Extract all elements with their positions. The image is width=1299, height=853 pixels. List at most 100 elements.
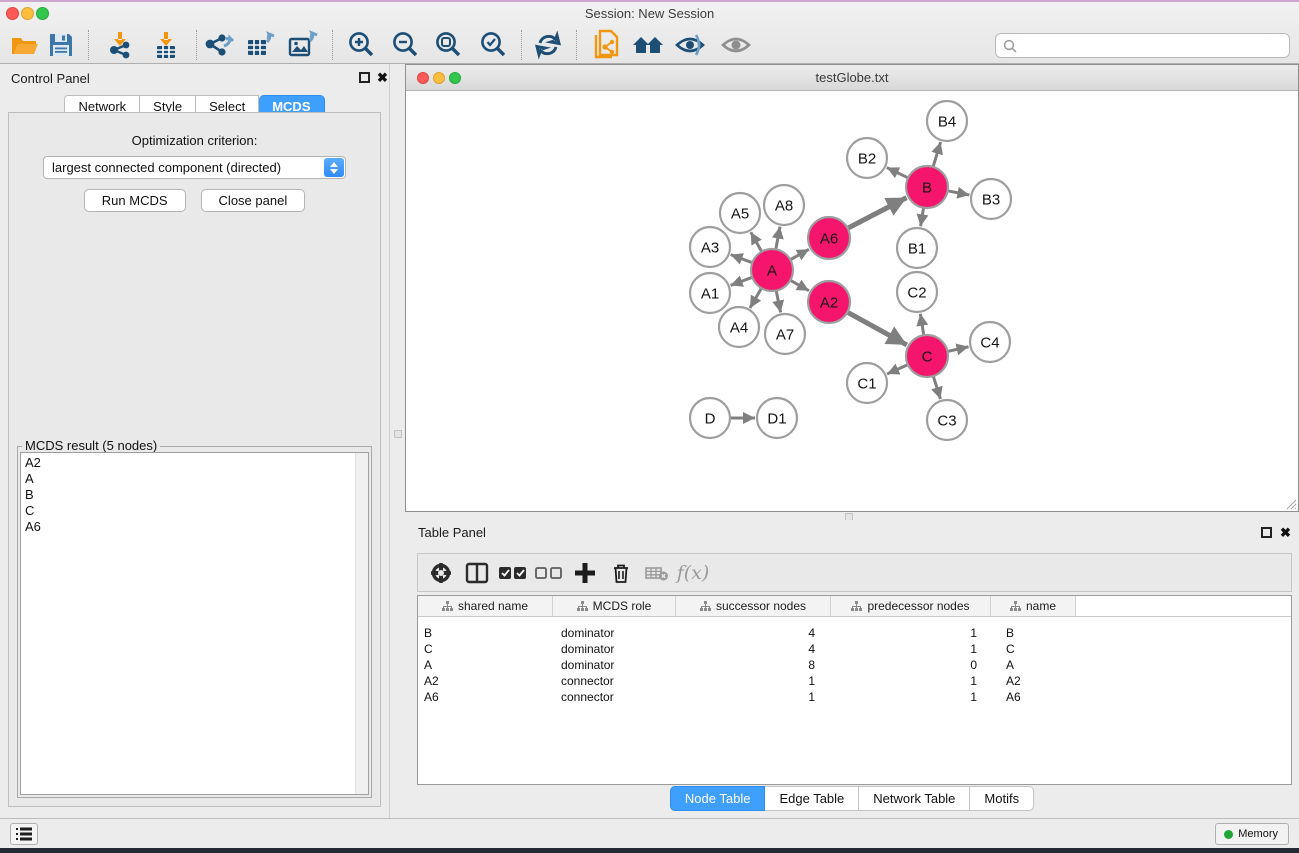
cell-successor-nodes[interactable]: 4 xyxy=(676,642,831,656)
edge-A-A1[interactable] xyxy=(731,277,754,285)
cell-successor-nodes[interactable]: 1 xyxy=(676,674,831,688)
edge-A-A2[interactable] xyxy=(789,280,809,291)
zoom-selected-icon[interactable] xyxy=(476,28,510,62)
cell-shared-name[interactable]: A xyxy=(418,658,553,672)
show-hidden-eye-icon[interactable] xyxy=(719,28,753,62)
column-header-shared-name[interactable]: shared name xyxy=(418,596,553,616)
criterion-dropdown[interactable]: largest connected component (directed) xyxy=(43,156,346,179)
mcds-result-item[interactable]: A2 xyxy=(21,455,368,471)
search-input[interactable] xyxy=(995,33,1290,58)
import-table-icon[interactable] xyxy=(149,28,183,62)
tab-edge-table[interactable]: Edge Table xyxy=(765,786,859,811)
export-image-icon[interactable] xyxy=(286,28,320,62)
cell-shared-name[interactable]: A6 xyxy=(418,690,553,704)
cell-shared-name[interactable]: B xyxy=(418,626,553,640)
column-header-name[interactable]: name xyxy=(991,596,1076,616)
cell-shared-name[interactable]: C xyxy=(418,642,553,656)
tab-node-table[interactable]: Node Table xyxy=(670,786,766,811)
column-header-MCDS-role[interactable]: MCDS role xyxy=(553,596,676,616)
column-header-successor-nodes[interactable]: successor nodes xyxy=(676,596,831,616)
edge-C-C2[interactable] xyxy=(920,314,924,337)
export-table-icon[interactable] xyxy=(244,28,278,62)
mcds-result-item[interactable]: B xyxy=(21,487,368,503)
cell-predecessor-nodes[interactable]: 1 xyxy=(831,642,991,656)
cell-name[interactable]: A xyxy=(991,658,1076,672)
cell-name[interactable]: C xyxy=(991,642,1076,656)
close-panel-button[interactable]: Close panel xyxy=(201,189,306,212)
column-header-predecessor-nodes[interactable]: predecessor nodes xyxy=(831,596,991,616)
cell-name[interactable]: B xyxy=(991,626,1076,640)
cell-predecessor-nodes[interactable]: 1 xyxy=(831,674,991,688)
mcds-result-item[interactable]: C xyxy=(21,503,368,519)
edge-A6-B[interactable] xyxy=(847,198,907,229)
table-settings-icon[interactable] xyxy=(423,562,459,584)
cell-name[interactable]: A2 xyxy=(991,674,1076,688)
cell-MCDS-role[interactable]: connector xyxy=(553,690,676,704)
cell-successor-nodes[interactable]: 4 xyxy=(676,626,831,640)
run-mcds-button[interactable]: Run MCDS xyxy=(84,189,186,212)
zoom-fit-icon[interactable] xyxy=(431,28,465,62)
cell-predecessor-nodes[interactable]: 1 xyxy=(831,690,991,704)
add-column-icon[interactable] xyxy=(567,562,603,584)
cell-predecessor-nodes[interactable]: 0 xyxy=(831,658,991,672)
cell-predecessor-nodes[interactable]: 1 xyxy=(831,626,991,640)
delete-column-icon[interactable] xyxy=(603,562,639,584)
network-canvas[interactable]: AA1A2A3A4A5A6A7A8BB1B2B3B4CC1C2C3C4DD1 xyxy=(406,91,1298,511)
cell-MCDS-role[interactable]: dominator xyxy=(553,658,676,672)
edge-B-B1[interactable] xyxy=(921,207,924,227)
edge-A-A4[interactable] xyxy=(750,287,762,308)
mcds-result-item[interactable]: A xyxy=(21,471,368,487)
zoom-out-icon[interactable] xyxy=(388,28,422,62)
edge-C-C1[interactable] xyxy=(887,364,909,374)
export-network-icon[interactable] xyxy=(201,28,235,62)
edge-B-B2[interactable] xyxy=(887,168,909,179)
cell-MCDS-role[interactable]: connector xyxy=(553,674,676,688)
save-session-icon[interactable] xyxy=(44,28,78,62)
cell-successor-nodes[interactable]: 1 xyxy=(676,690,831,704)
table-row[interactable]: A2connector11A2 xyxy=(418,673,1291,689)
scrollbar-track[interactable] xyxy=(355,453,368,794)
float-table-panel-icon[interactable] xyxy=(1261,527,1272,538)
hide-selected-eye-icon[interactable] xyxy=(673,28,707,62)
zoom-in-icon[interactable] xyxy=(344,28,378,62)
network-window-titlebar[interactable]: testGlobe.txt xyxy=(406,65,1298,91)
edge-A2-C[interactable] xyxy=(847,312,907,345)
edge-A-A7[interactable] xyxy=(776,290,781,313)
cell-shared-name[interactable]: A2 xyxy=(418,674,553,688)
table-row[interactable]: A6connector11A6 xyxy=(418,689,1291,705)
edge-A-A8[interactable] xyxy=(776,227,780,251)
edge-B-B4[interactable] xyxy=(933,142,941,168)
table-row[interactable]: Cdominator41C xyxy=(418,641,1291,657)
select-all-checkboxes-icon[interactable] xyxy=(495,565,531,581)
refresh-view-icon[interactable] xyxy=(531,28,565,62)
window-resize-grip[interactable] xyxy=(1285,498,1297,510)
vertical-splitter-handle[interactable] xyxy=(394,430,402,438)
tab-motifs[interactable]: Motifs xyxy=(970,786,1034,811)
cell-MCDS-role[interactable]: dominator xyxy=(553,642,676,656)
node-table[interactable]: shared nameMCDS rolesuccessor nodesprede… xyxy=(417,595,1292,785)
home-views-icon[interactable] xyxy=(631,28,665,62)
edge-C-C4[interactable] xyxy=(947,347,969,352)
memory-button[interactable]: Memory xyxy=(1215,823,1289,845)
close-panel-icon[interactable]: ✖ xyxy=(377,70,388,86)
edge-A-A6[interactable] xyxy=(789,249,809,260)
table-row[interactable]: Adominator80A xyxy=(418,657,1291,673)
mcds-result-list[interactable]: A2ABCA6 xyxy=(20,452,369,795)
mcds-result-item[interactable]: A6 xyxy=(21,519,368,535)
cell-successor-nodes[interactable]: 8 xyxy=(676,658,831,672)
import-network-icon[interactable] xyxy=(103,28,137,62)
edge-B-B3[interactable] xyxy=(947,191,970,195)
close-table-panel-icon[interactable]: ✖ xyxy=(1280,525,1291,541)
tab-network-table[interactable]: Network Table xyxy=(859,786,970,811)
delete-table-icon[interactable] xyxy=(639,564,675,582)
float-panel-icon[interactable] xyxy=(359,72,370,83)
new-network-from-selection-icon[interactable] xyxy=(589,28,623,62)
task-history-button[interactable] xyxy=(10,823,38,845)
edge-A-A3[interactable] xyxy=(731,255,754,263)
show-column-icon[interactable] xyxy=(459,562,495,584)
cell-name[interactable]: A6 xyxy=(991,690,1076,704)
open-session-icon[interactable] xyxy=(8,28,42,62)
edge-C-C3[interactable] xyxy=(933,375,940,399)
cell-MCDS-role[interactable]: dominator xyxy=(553,626,676,640)
deselect-all-checkboxes-icon[interactable] xyxy=(531,565,567,581)
